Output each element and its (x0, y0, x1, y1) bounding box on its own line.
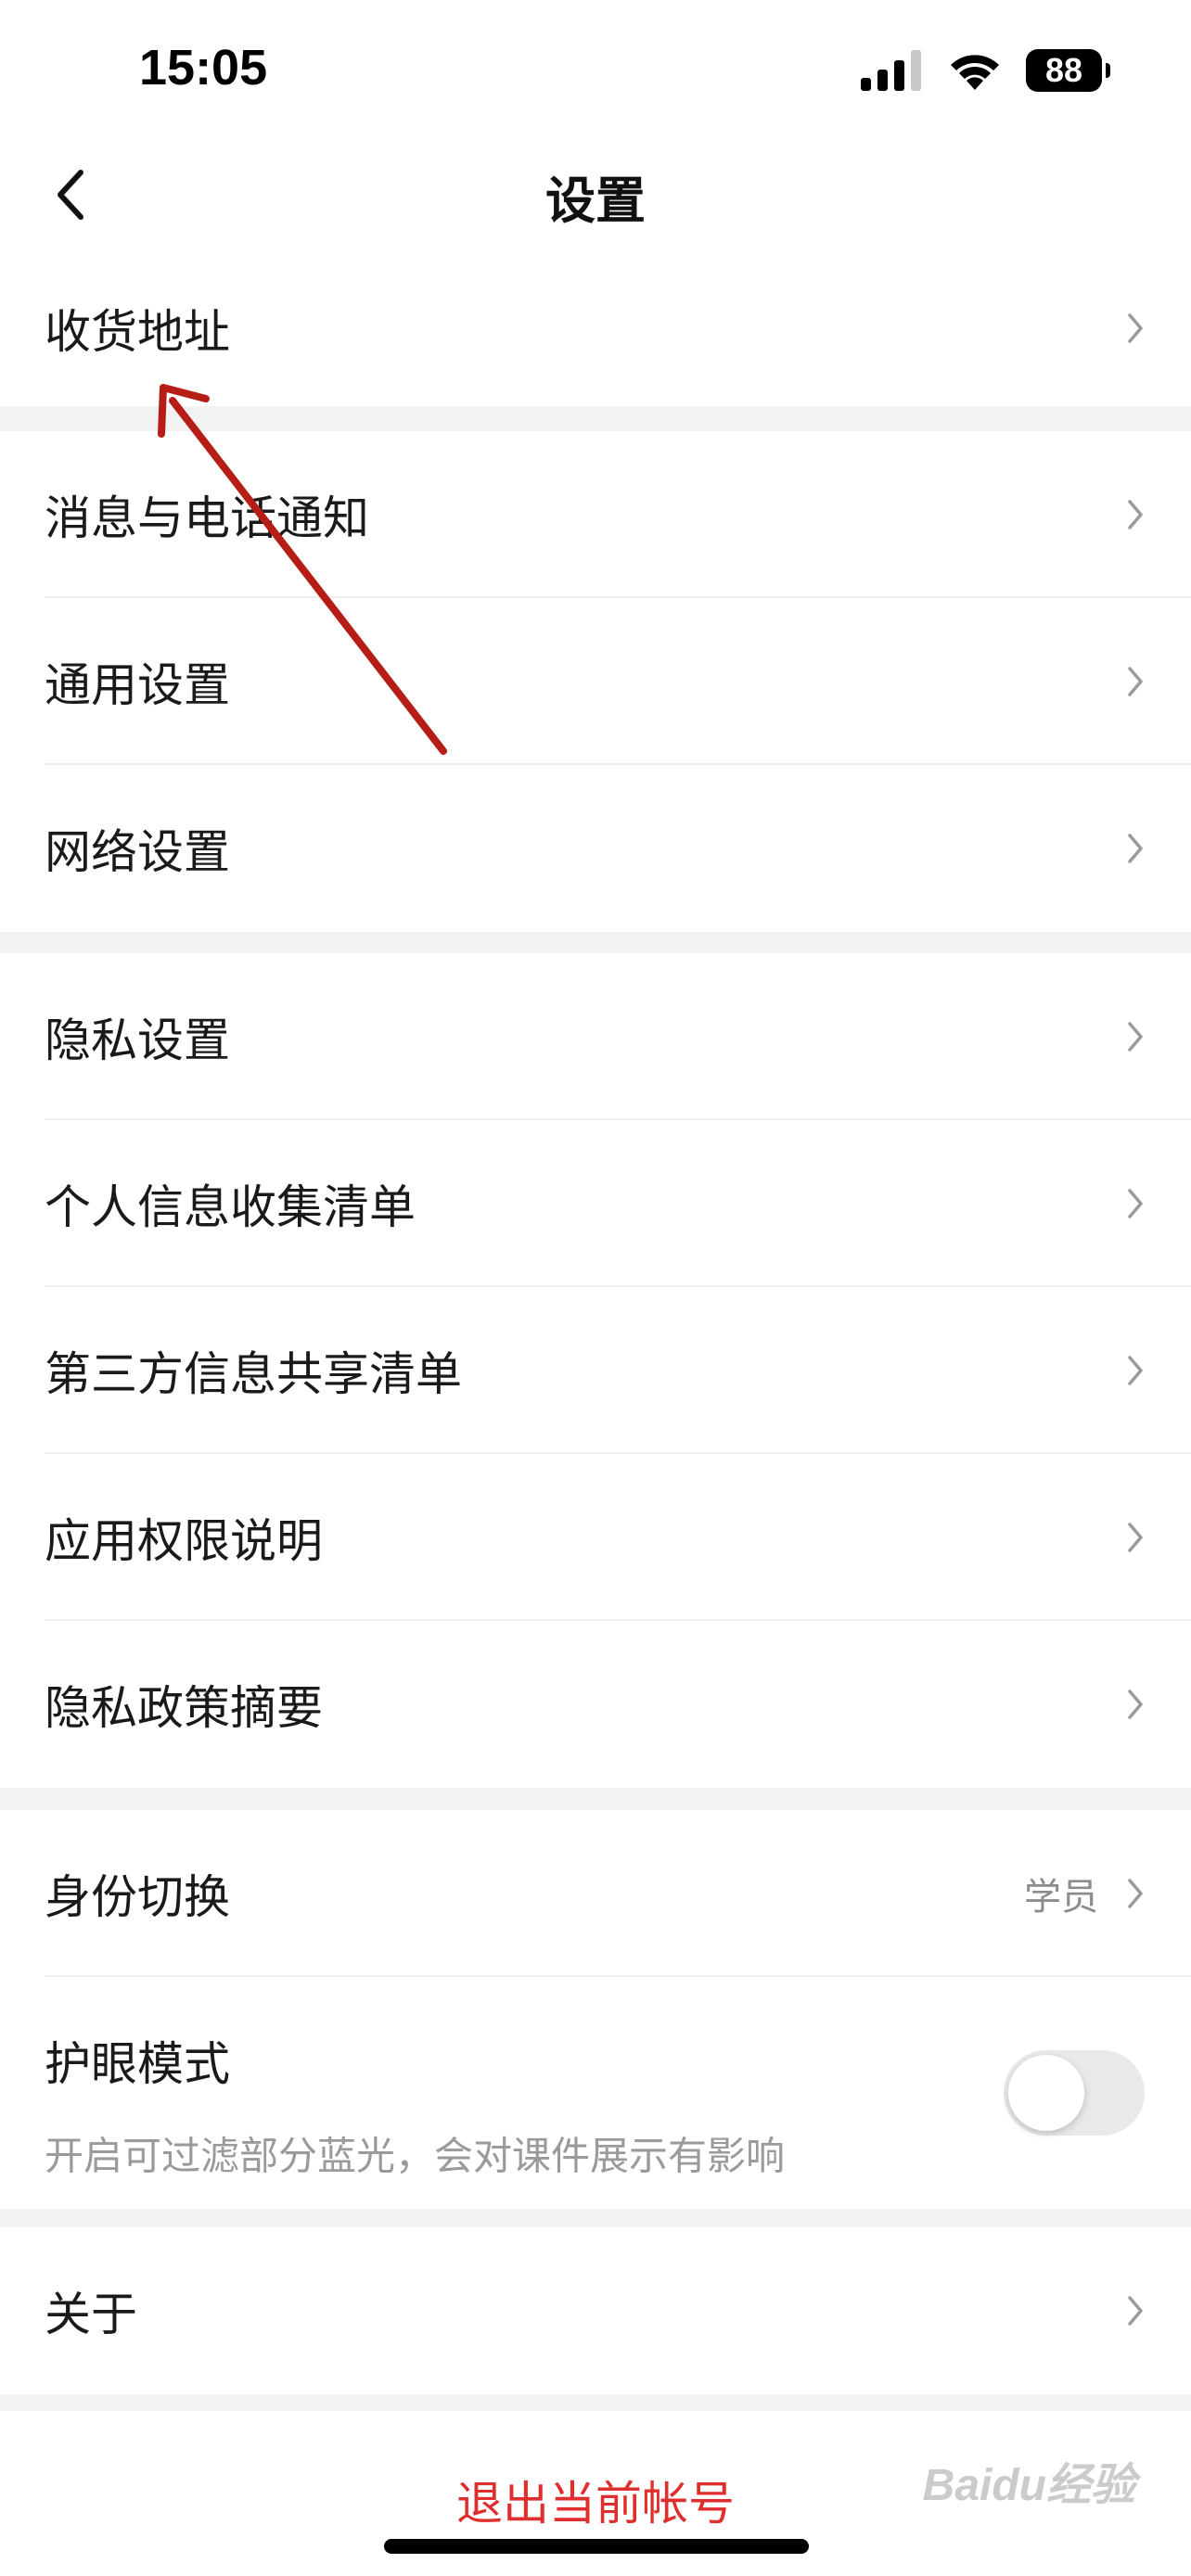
toggle-knob (1008, 2055, 1084, 2131)
settings-item-label: 护眼模式 (45, 2037, 230, 2091)
settings-item-about[interactable]: 关于 (0, 2227, 1191, 2394)
settings-item-identity-switch[interactable]: 身份切换 学员 (0, 1810, 1191, 1977)
settings-item-privacy[interactable]: 隐私设置 (0, 953, 1191, 1120)
chevron-right-icon (1128, 1879, 1143, 1908)
cellular-signal-icon (861, 50, 921, 91)
chevron-right-icon (1128, 500, 1143, 529)
settings-item-notifications[interactable]: 消息与电话通知 (0, 431, 1191, 598)
chevron-right-icon (1128, 2296, 1143, 2326)
settings-item-label: 网络设置 (45, 825, 230, 879)
settings-item-general[interactable]: 通用设置 (0, 598, 1191, 765)
page-title: 设置 (545, 172, 646, 230)
settings-group-identity: 身份切换 学员 护眼模式 开启可过滤部分蓝光，会对课件展示有影响 (0, 1810, 1191, 2209)
settings-item-eye-protection: 护眼模式 开启可过滤部分蓝光，会对课件展示有影响 (0, 1977, 1191, 2209)
chevron-right-icon (1128, 667, 1143, 696)
wifi-icon (951, 55, 999, 90)
settings-item-label: 通用设置 (45, 658, 230, 712)
settings-item-privacy-policy-summary[interactable]: 隐私政策摘要 (0, 1621, 1191, 1788)
settings-item-address[interactable]: 收货地址 (0, 250, 1191, 406)
chevron-right-icon (1128, 1022, 1143, 1052)
home-indicator (384, 2539, 809, 2554)
chevron-right-icon (1128, 313, 1143, 343)
baidu-watermark: Baidu经验 (922, 2461, 1135, 2510)
settings-item-label: 隐私设置 (45, 1014, 230, 1067)
status-icons: 88 (861, 43, 1110, 98)
settings-group-notifications: 消息与电话通知 通用设置 网络设置 (0, 431, 1191, 932)
settings-item-personal-info-list[interactable]: 个人信息收集清单 (0, 1120, 1191, 1287)
settings-item-label: 身份切换 (45, 1870, 230, 1924)
settings-item-label: 个人信息收集清单 (45, 1180, 416, 1234)
settings-item-third-party-sharing[interactable]: 第三方信息共享清单 (0, 1287, 1191, 1454)
chevron-right-icon (1128, 1523, 1143, 1552)
settings-item-label: 隐私政策摘要 (45, 1681, 323, 1735)
settings-item-label: 第三方信息共享清单 (45, 1347, 462, 1401)
battery-icon: 88 (1026, 49, 1110, 92)
settings-item-network[interactable]: 网络设置 (0, 765, 1191, 932)
status-time: 15:05 (139, 40, 268, 96)
settings-group-address: 收货地址 (0, 250, 1191, 406)
nav-bar: 设置 (0, 139, 1191, 250)
chevron-right-icon (1128, 834, 1143, 863)
settings-item-label: 关于 (45, 2288, 137, 2341)
settings-group-about: 关于 (0, 2227, 1191, 2394)
settings-item-description: 开启可过滤部分蓝光，会对课件展示有影响 (45, 2133, 786, 2179)
settings-item-app-permissions[interactable]: 应用权限说明 (0, 1454, 1191, 1621)
eye-protection-toggle[interactable] (1004, 2050, 1145, 2136)
chevron-right-icon (1128, 1690, 1143, 1719)
status-bar: 15:05 88 (0, 0, 1191, 139)
settings-item-label: 收货地址 (45, 305, 230, 359)
settings-item-label: 应用权限说明 (45, 1514, 323, 1568)
chevron-right-icon (1128, 1189, 1143, 1218)
settings-group-privacy: 隐私设置 个人信息收集清单 第三方信息共享清单 应用权限说明 隐私政策摘要 (0, 953, 1191, 1788)
identity-value: 学员 (1024, 1876, 1098, 1919)
settings-item-label: 消息与电话通知 (45, 491, 369, 545)
chevron-right-icon (1128, 1356, 1143, 1385)
